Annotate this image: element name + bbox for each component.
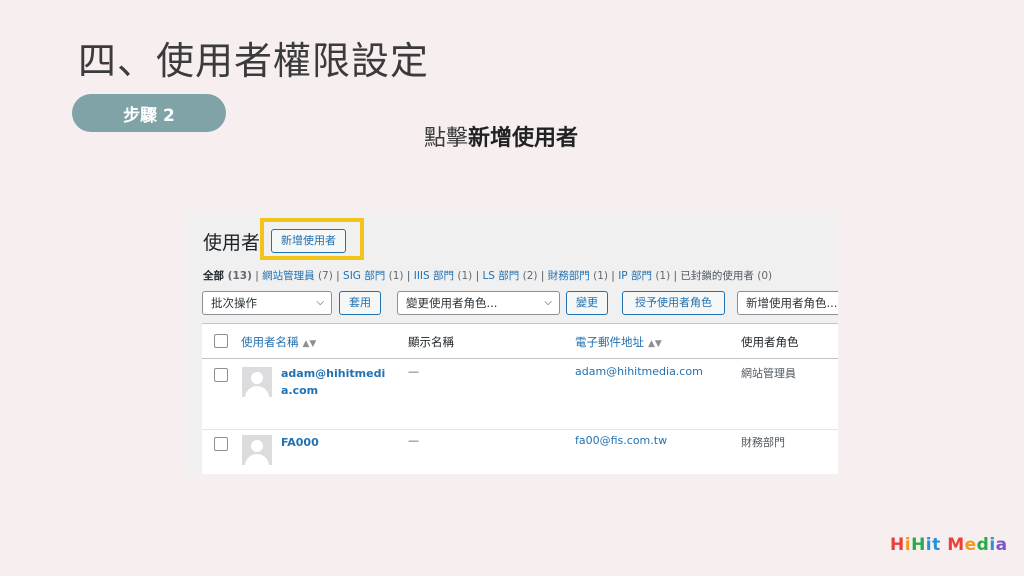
hihit-media-logo: HiHit Media [890, 535, 1008, 555]
filter-ls[interactable]: LS 部門 [482, 270, 519, 282]
filter-finance[interactable]: 財務部門 [548, 270, 590, 282]
slide-title: 四、使用者權限設定 [78, 39, 430, 83]
display-name: — [408, 434, 419, 447]
filter-sig[interactable]: SIG 部門 [343, 270, 385, 282]
row-checkbox[interactable] [214, 437, 228, 451]
sort-icon: ▲▼ [302, 339, 317, 349]
instruction-caption: 點擊新增使用者 [424, 120, 578, 152]
sort-icon: ▲▼ [648, 339, 662, 349]
role-filter-links: 全部 (13) | 網站管理員 (7) | SIG 部門 (1) | IIIS … [203, 270, 773, 282]
avatar [242, 435, 272, 465]
row-checkbox[interactable] [214, 368, 228, 382]
avatar [242, 367, 272, 397]
caption-bold: 新增使用者 [468, 126, 579, 151]
select-all-checkbox[interactable] [214, 334, 228, 348]
display-name: — [408, 365, 419, 378]
column-role: 使用者角色 [741, 335, 799, 349]
wordpress-users-screenshot: 使用者 新增使用者 全部 (13) | 網站管理員 (7) | SIG 部門 (… [185, 212, 838, 474]
page-heading: 使用者 [203, 232, 261, 254]
column-email[interactable]: 電子郵件地址 ▲▼ [575, 334, 662, 350]
table-row: adam@hihitmedia.com — adam@hihitmedia.co… [202, 359, 838, 430]
bulk-action-select[interactable]: 批次操作 ⌵ [202, 291, 332, 315]
column-display-name: 顯示名稱 [408, 335, 454, 349]
change-button[interactable]: 變更 [566, 291, 608, 315]
filter-ip[interactable]: IP 部門 [618, 270, 652, 282]
chevron-down-icon: ⌵ [316, 297, 324, 308]
users-table: 使用者名稱 ▲▼ 顯示名稱 電子郵件地址 ▲▼ 使用者角色 adam@hihitme… [202, 323, 838, 474]
username-link[interactable]: adam@hihitmedia.com [281, 365, 391, 399]
caption-prefix: 點擊 [424, 126, 469, 151]
filter-admin[interactable]: 網站管理員 [262, 270, 315, 282]
table-header: 使用者名稱 ▲▼ 顯示名稱 電子郵件地址 ▲▼ 使用者角色 [202, 324, 838, 359]
filter-blocked[interactable]: 已封鎖的使用者 (0) [680, 270, 772, 282]
email-link[interactable]: fa00@fis.com.tw [575, 434, 667, 447]
step-badge: 步驟 2 [72, 94, 226, 132]
apply-button[interactable]: 套用 [339, 291, 381, 315]
table-row: FA000 — fa00@fis.com.tw 財務部門 [202, 430, 838, 474]
user-role: 網站管理員 [741, 367, 796, 380]
email-link[interactable]: adam@hihitmedia.com [575, 365, 703, 378]
column-username[interactable]: 使用者名稱 ▲▼ [241, 334, 316, 350]
filter-iiis[interactable]: IIIS 部門 [414, 270, 454, 282]
filter-all[interactable]: 全部 (13) [203, 270, 252, 282]
chevron-down-icon: ⌵ [544, 297, 552, 308]
new-role-select[interactable]: 新增使用者角色... [737, 291, 838, 315]
highlight-box [260, 218, 364, 260]
grant-role-button[interactable]: 授予使用者角色 [622, 291, 725, 315]
user-role: 財務部門 [741, 436, 785, 449]
change-role-select[interactable]: 變更使用者角色... ⌵ [397, 291, 560, 315]
username-link[interactable]: FA000 [281, 434, 391, 451]
